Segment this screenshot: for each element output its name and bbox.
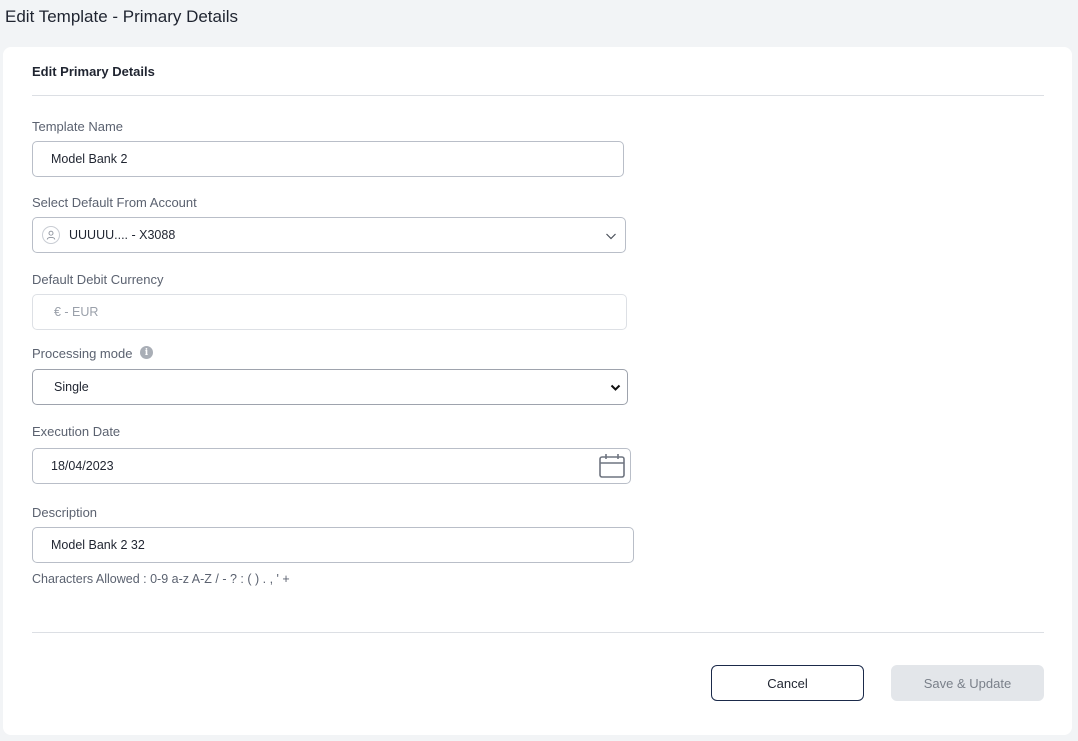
from-account-value: UUUUU.... - X3088	[69, 228, 176, 242]
info-icon[interactable]: i	[140, 346, 153, 359]
chevron-down-icon[interactable]	[610, 382, 621, 393]
chevron-down-icon[interactable]	[605, 230, 617, 242]
primary-details-card: Edit Primary Details Template Name Model…	[3, 47, 1072, 735]
header-divider	[32, 95, 1044, 96]
execution-date-value: 18/04/2023	[51, 459, 114, 473]
from-account-select[interactable]: UUUUU.... - X3088	[32, 217, 626, 253]
template-name-input[interactable]: Model Bank 2	[32, 141, 624, 177]
description-help-text: Characters Allowed : 0-9 a-z A-Z / - ? :…	[32, 572, 290, 586]
debit-currency-label: Default Debit Currency	[32, 272, 164, 287]
cancel-button[interactable]: Cancel	[711, 665, 864, 701]
description-label: Description	[32, 505, 98, 520]
section-title: Edit Primary Details	[32, 64, 155, 79]
footer-divider	[32, 632, 1044, 633]
description-value: Model Bank 2 32	[51, 538, 145, 552]
template-name-value: Model Bank 2	[51, 152, 128, 166]
debit-currency-field: € - EUR	[32, 294, 627, 330]
processing-mode-label: Processing mode	[32, 346, 133, 361]
execution-date-label: Execution Date	[32, 424, 121, 439]
calendar-icon[interactable]	[598, 452, 626, 480]
user-icon	[42, 226, 60, 244]
from-account-label: Select Default From Account	[32, 195, 197, 210]
save-update-button[interactable]: Save & Update	[891, 665, 1044, 701]
execution-date-input[interactable]: 18/04/2023	[32, 448, 631, 484]
template-name-label: Template Name	[32, 119, 124, 134]
processing-mode-value: Single	[54, 380, 89, 394]
page-title: Edit Template - Primary Details	[5, 7, 239, 26]
description-input[interactable]: Model Bank 2 32	[32, 527, 634, 563]
processing-mode-select[interactable]: Single	[32, 369, 628, 405]
debit-currency-value: € - EUR	[54, 305, 99, 319]
